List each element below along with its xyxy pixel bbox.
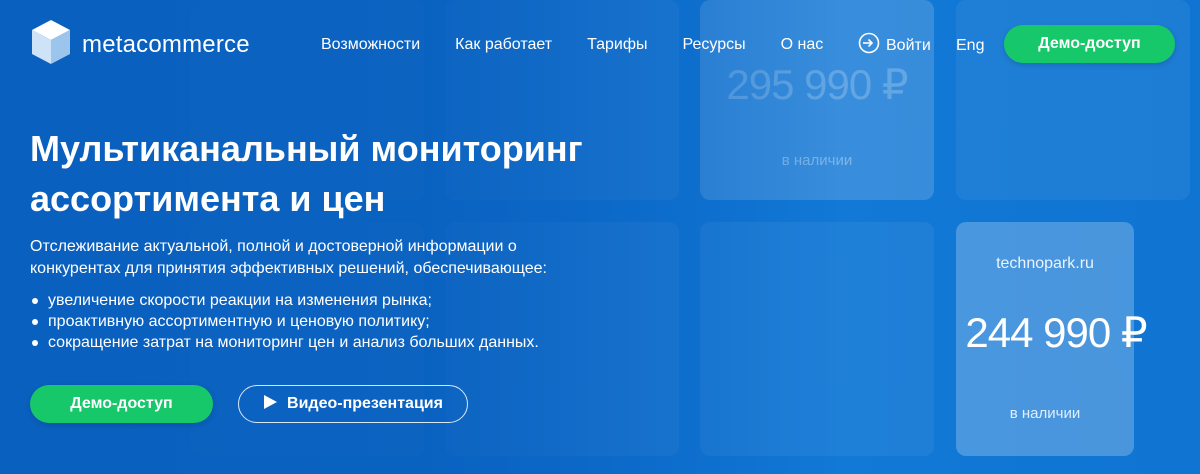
login-label: Войти (886, 36, 931, 54)
nav-item-about[interactable]: О нас (781, 36, 824, 54)
ghost-stock-status: в наличии (781, 152, 853, 169)
nav-item-features[interactable]: Возможности (321, 36, 420, 54)
main-nav: Возможности Как работает Тарифы Ресурсы … (321, 36, 858, 54)
login-arrow-icon (858, 32, 886, 59)
play-icon (263, 394, 287, 414)
list-item: проактивную ассортиментную и ценовую пол… (30, 311, 539, 332)
demo-access-button[interactable]: Демо-доступ (30, 385, 213, 423)
card-site-name: technopark.ru (996, 255, 1094, 272)
logo-cube-icon (30, 18, 72, 71)
list-item: сокращение затрат на мониторинг цен и ан… (30, 332, 539, 353)
card-price: 244 990 ₽ (965, 309, 1147, 356)
header-demo-button[interactable]: Демо-доступ (1004, 25, 1175, 63)
list-item: увеличение скорости реакции на изменения… (30, 290, 539, 311)
language-switch[interactable]: Eng (956, 37, 984, 55)
nav-item-how-it-works[interactable]: Как работает (455, 36, 552, 54)
nav-item-resources[interactable]: Ресурсы (683, 36, 746, 54)
title-line-2: ассортимента и цен (30, 178, 386, 219)
video-button-label: Видео-презентация (287, 395, 443, 412)
bg-tile (700, 222, 934, 456)
logo[interactable]: metacommerce (30, 18, 250, 71)
login-link[interactable]: Войти (858, 32, 931, 59)
card-stock-status: в наличии (1009, 405, 1081, 422)
site-header: metacommerce Возможности Как работает Та… (0, 0, 1200, 90)
benefits-list: увеличение скорости реакции на изменения… (30, 290, 539, 353)
hero-lead: Отслеживание актуальной, полной и достов… (30, 238, 547, 277)
title-line-1: Мультиканальный мониторинг (30, 128, 583, 169)
page-title: Мультиканальный мониторинг ассортимента … (30, 124, 670, 224)
nav-item-pricing[interactable]: Тарифы (587, 36, 647, 54)
video-presentation-button[interactable]: Видео-презентация (238, 385, 468, 423)
brand-name: metacommerce (82, 30, 250, 58)
